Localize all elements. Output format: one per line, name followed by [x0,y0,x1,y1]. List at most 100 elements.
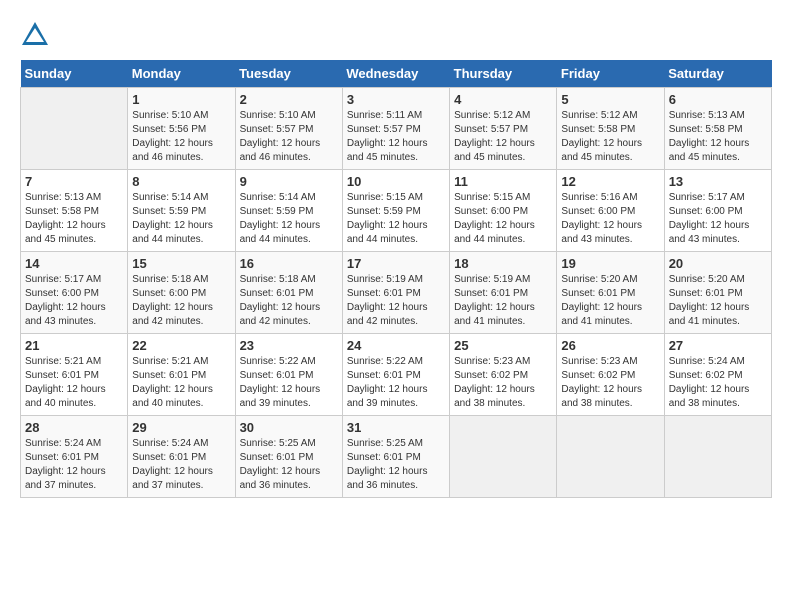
calendar-cell [21,88,128,170]
header [20,20,772,50]
day-info: Sunrise: 5:19 AM Sunset: 6:01 PM Dayligh… [454,273,552,329]
day-info: Sunrise: 5:14 AM Sunset: 5:59 PM Dayligh… [132,191,230,247]
day-info: Sunrise: 5:10 AM Sunset: 5:56 PM Dayligh… [132,109,230,165]
calendar-cell: 4 Sunrise: 5:12 AM Sunset: 5:57 PM Daylig… [450,88,557,170]
day-number: 10 [347,174,445,189]
day-info: Sunrise: 5:13 AM Sunset: 5:58 PM Dayligh… [25,191,123,247]
calendar-cell: 7 Sunrise: 5:13 AM Sunset: 5:58 PM Daylig… [21,170,128,252]
day-number: 7 [25,174,123,189]
calendar-cell: 10 Sunrise: 5:15 AM Sunset: 5:59 PM Dayli… [342,170,449,252]
day-info: Sunrise: 5:17 AM Sunset: 6:00 PM Dayligh… [669,191,767,247]
day-number: 29 [132,420,230,435]
day-info: Sunrise: 5:18 AM Sunset: 6:00 PM Dayligh… [132,273,230,329]
calendar-cell: 27 Sunrise: 5:24 AM Sunset: 6:02 PM Dayli… [664,334,771,416]
calendar-cell: 29 Sunrise: 5:24 AM Sunset: 6:01 PM Dayli… [128,416,235,498]
calendar-cell: 31 Sunrise: 5:25 AM Sunset: 6:01 PM Dayli… [342,416,449,498]
day-number: 31 [347,420,445,435]
day-info: Sunrise: 5:21 AM Sunset: 6:01 PM Dayligh… [25,355,123,411]
day-number: 27 [669,338,767,353]
calendar-cell: 9 Sunrise: 5:14 AM Sunset: 5:59 PM Daylig… [235,170,342,252]
calendar-cell: 21Sunrise: 5:21 AM Sunset: 6:01 PM Dayli… [21,334,128,416]
calendar-cell: 16Sunrise: 5:18 AM Sunset: 6:01 PM Dayli… [235,252,342,334]
header-tuesday: Tuesday [235,60,342,88]
calendar-cell: 8 Sunrise: 5:14 AM Sunset: 5:59 PM Daylig… [128,170,235,252]
calendar-cell: 6Sunrise: 5:13 AM Sunset: 5:58 PM Daylig… [664,88,771,170]
calendar-cell: 18Sunrise: 5:19 AM Sunset: 6:01 PM Dayli… [450,252,557,334]
calendar-cell: 14 Sunrise: 5:17 AM Sunset: 6:00 PM Dayli… [21,252,128,334]
day-info: Sunrise: 5:25 AM Sunset: 6:01 PM Dayligh… [347,437,445,493]
day-number: 4 [454,92,552,107]
day-number: 11 [454,174,552,189]
calendar-cell: 24 Sunrise: 5:22 AM Sunset: 6:01 PM Dayli… [342,334,449,416]
day-info: Sunrise: 5:12 AM Sunset: 5:57 PM Dayligh… [454,109,552,165]
calendar-cell [450,416,557,498]
day-info: Sunrise: 5:25 AM Sunset: 6:01 PM Dayligh… [240,437,338,493]
logo [20,20,54,50]
calendar-cell [664,416,771,498]
header-saturday: Saturday [664,60,771,88]
calendar-cell: 3 Sunrise: 5:11 AM Sunset: 5:57 PM Daylig… [342,88,449,170]
calendar-cell [557,416,664,498]
day-number: 26 [561,338,659,353]
day-number: 30 [240,420,338,435]
day-number: 17 [347,256,445,271]
day-number: 19 [561,256,659,271]
day-number: 14 [25,256,123,271]
day-info: Sunrise: 5:23 AM Sunset: 6:02 PM Dayligh… [454,355,552,411]
calendar-table: SundayMondayTuesdayWednesdayThursdayFrid… [20,60,772,498]
day-info: Sunrise: 5:24 AM Sunset: 6:01 PM Dayligh… [25,437,123,493]
calendar-cell: 5 Sunrise: 5:12 AM Sunset: 5:58 PM Daylig… [557,88,664,170]
day-number: 1 [132,92,230,107]
calendar-week-row: 1 Sunrise: 5:10 AM Sunset: 5:56 PM Daylig… [21,88,772,170]
calendar-cell: 2 Sunrise: 5:10 AM Sunset: 5:57 PM Daylig… [235,88,342,170]
day-number: 9 [240,174,338,189]
header-sunday: Sunday [21,60,128,88]
day-info: Sunrise: 5:13 AM Sunset: 5:58 PM Dayligh… [669,109,767,165]
day-number: 24 [347,338,445,353]
calendar-cell: 26 Sunrise: 5:23 AM Sunset: 6:02 PM Dayli… [557,334,664,416]
header-friday: Friday [557,60,664,88]
calendar-header-row: SundayMondayTuesdayWednesdayThursdayFrid… [21,60,772,88]
day-info: Sunrise: 5:18 AM Sunset: 6:01 PM Dayligh… [240,273,338,329]
day-info: Sunrise: 5:22 AM Sunset: 6:01 PM Dayligh… [240,355,338,411]
calendar-cell: 17Sunrise: 5:19 AM Sunset: 6:01 PM Dayli… [342,252,449,334]
calendar-cell: 19 Sunrise: 5:20 AM Sunset: 6:01 PM Dayli… [557,252,664,334]
day-info: Sunrise: 5:20 AM Sunset: 6:01 PM Dayligh… [561,273,659,329]
day-number: 25 [454,338,552,353]
calendar-cell: 28 Sunrise: 5:24 AM Sunset: 6:01 PM Dayli… [21,416,128,498]
day-number: 15 [132,256,230,271]
calendar-cell: 20Sunrise: 5:20 AM Sunset: 6:01 PM Dayli… [664,252,771,334]
calendar-cell: 23 Sunrise: 5:22 AM Sunset: 6:01 PM Dayli… [235,334,342,416]
day-number: 23 [240,338,338,353]
calendar-cell: 12 Sunrise: 5:16 AM Sunset: 6:00 PM Dayli… [557,170,664,252]
header-thursday: Thursday [450,60,557,88]
logo-icon [20,20,50,50]
calendar-cell: 1 Sunrise: 5:10 AM Sunset: 5:56 PM Daylig… [128,88,235,170]
day-info: Sunrise: 5:21 AM Sunset: 6:01 PM Dayligh… [132,355,230,411]
day-info: Sunrise: 5:24 AM Sunset: 6:02 PM Dayligh… [669,355,767,411]
day-number: 5 [561,92,659,107]
day-info: Sunrise: 5:14 AM Sunset: 5:59 PM Dayligh… [240,191,338,247]
day-info: Sunrise: 5:15 AM Sunset: 6:00 PM Dayligh… [454,191,552,247]
day-info: Sunrise: 5:15 AM Sunset: 5:59 PM Dayligh… [347,191,445,247]
calendar-week-row: 28 Sunrise: 5:24 AM Sunset: 6:01 PM Dayli… [21,416,772,498]
day-number: 8 [132,174,230,189]
calendar-cell: 22Sunrise: 5:21 AM Sunset: 6:01 PM Dayli… [128,334,235,416]
day-number: 12 [561,174,659,189]
header-monday: Monday [128,60,235,88]
day-info: Sunrise: 5:22 AM Sunset: 6:01 PM Dayligh… [347,355,445,411]
day-number: 3 [347,92,445,107]
day-info: Sunrise: 5:17 AM Sunset: 6:00 PM Dayligh… [25,273,123,329]
calendar-cell: 15 Sunrise: 5:18 AM Sunset: 6:00 PM Dayli… [128,252,235,334]
day-number: 2 [240,92,338,107]
day-info: Sunrise: 5:16 AM Sunset: 6:00 PM Dayligh… [561,191,659,247]
day-info: Sunrise: 5:24 AM Sunset: 6:01 PM Dayligh… [132,437,230,493]
day-number: 28 [25,420,123,435]
day-info: Sunrise: 5:12 AM Sunset: 5:58 PM Dayligh… [561,109,659,165]
day-number: 13 [669,174,767,189]
header-wednesday: Wednesday [342,60,449,88]
day-number: 20 [669,256,767,271]
day-info: Sunrise: 5:10 AM Sunset: 5:57 PM Dayligh… [240,109,338,165]
day-info: Sunrise: 5:23 AM Sunset: 6:02 PM Dayligh… [561,355,659,411]
day-info: Sunrise: 5:11 AM Sunset: 5:57 PM Dayligh… [347,109,445,165]
